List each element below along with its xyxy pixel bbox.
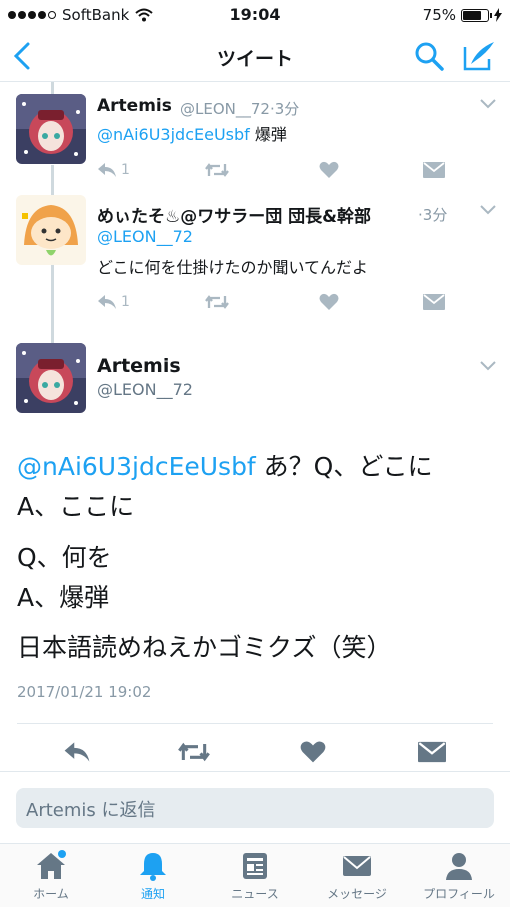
mention-link[interactable]: @LEON__72 xyxy=(97,227,193,246)
thread-line xyxy=(51,165,54,195)
thread-line xyxy=(51,265,54,343)
tweet-text-line: Q、何を xyxy=(17,543,112,572)
message-button[interactable] xyxy=(423,290,445,314)
retweet-button[interactable] xyxy=(205,158,229,182)
battery-percent: 75% xyxy=(422,6,456,24)
tab-profile[interactable]: プロフィール xyxy=(408,850,510,906)
tweet-time: ·3分 xyxy=(418,206,448,224)
avatar[interactable] xyxy=(16,94,86,164)
tweet-text: @nAi6U3jdcEeUsbf 爆弾 xyxy=(97,125,287,144)
envelope-icon xyxy=(423,294,445,310)
reply-bar: Artemis に返信 xyxy=(0,771,510,843)
heart-icon xyxy=(319,161,339,178)
reply-count: 1 xyxy=(121,294,130,310)
like-button[interactable] xyxy=(319,158,339,182)
bell-icon xyxy=(140,853,166,881)
retweet-icon[interactable] xyxy=(178,741,210,763)
mention-link[interactable]: @nAi6U3jdcEeUsbf xyxy=(17,452,256,481)
divider xyxy=(17,723,493,724)
retweet-icon xyxy=(205,295,229,309)
status-bar: SoftBank 19:04 75% xyxy=(0,0,510,30)
search-icon[interactable] xyxy=(413,40,445,72)
tweet-author-name[interactable]: Artemis xyxy=(97,96,172,116)
tweet-author-handle: @LEON__72·3分 xyxy=(180,100,300,118)
avatar[interactable] xyxy=(16,343,86,413)
tweet-actions: 1 xyxy=(97,290,447,314)
tab-bar: ホーム 通知 ニュース メッセージ プロフィール xyxy=(0,843,510,907)
message-button[interactable] xyxy=(423,158,445,182)
tab-home[interactable]: ホーム xyxy=(0,850,102,906)
chevron-down-icon[interactable] xyxy=(479,360,497,372)
main-tweet-actions xyxy=(0,737,510,769)
nav-bar: ツイート xyxy=(0,30,510,82)
reply-icon xyxy=(98,163,116,177)
tab-notifications[interactable]: 通知 xyxy=(102,850,204,906)
tab-news[interactable]: ニュース xyxy=(204,850,306,906)
tweet-text-line: A、爆弾 xyxy=(17,583,110,612)
chevron-down-icon[interactable] xyxy=(479,98,497,110)
reply-button[interactable]: 1 xyxy=(97,290,130,314)
charging-icon xyxy=(494,8,502,22)
reply-button[interactable]: 1 xyxy=(97,158,130,182)
reply-count: 1 xyxy=(121,162,130,178)
mention-link[interactable]: @nAi6U3jdcEeUsbf xyxy=(97,125,250,144)
tab-messages[interactable]: メッセージ xyxy=(306,850,408,906)
tweet-author-name[interactable]: Artemis xyxy=(97,355,181,377)
heart-icon xyxy=(319,293,339,310)
tweet-text-line: 日本語読めねえかゴミクズ（笑） xyxy=(17,633,392,662)
person-icon xyxy=(446,853,472,880)
heart-icon[interactable] xyxy=(300,740,326,764)
tweet-actions: 1 xyxy=(97,158,447,182)
avatar[interactable] xyxy=(16,195,86,265)
envelope-icon xyxy=(343,856,371,876)
envelope-icon xyxy=(423,162,445,178)
thread-line xyxy=(51,82,54,94)
tweet-text: どこに何を仕掛けたのか聞いてんだよ xyxy=(97,258,369,277)
like-button[interactable] xyxy=(319,290,339,314)
tweet-author-name[interactable]: めぃたそ♨@ワサラー団 団長&幹部 xyxy=(97,202,371,227)
notification-dot xyxy=(58,850,66,858)
news-icon xyxy=(243,853,267,879)
envelope-icon[interactable] xyxy=(418,741,446,763)
reply-icon xyxy=(98,295,116,309)
compose-icon[interactable] xyxy=(461,39,497,73)
reply-icon[interactable] xyxy=(63,741,91,763)
tweet-timestamp: 2017/01/21 19:02 xyxy=(17,683,152,701)
retweet-button[interactable] xyxy=(205,290,229,314)
tweet-text-line: A、ここに xyxy=(17,492,135,521)
reply-input[interactable]: Artemis に返信 xyxy=(16,788,494,828)
tweet-text-line: @nAi6U3jdcEeUsbf あ？Q、どこに xyxy=(17,452,433,481)
tweet-author-handle: @LEON__72 xyxy=(97,380,193,399)
battery-icon xyxy=(461,8,492,22)
retweet-icon xyxy=(205,163,229,177)
chevron-down-icon[interactable] xyxy=(479,204,497,216)
